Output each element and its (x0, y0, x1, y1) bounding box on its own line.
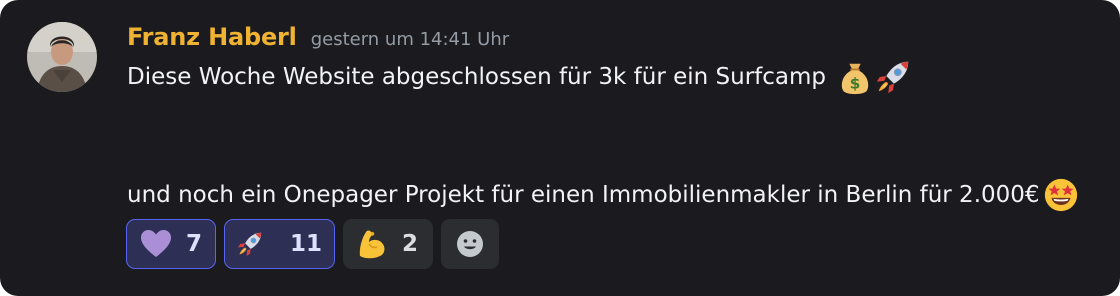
reaction-rocket[interactable]: 11 (224, 219, 335, 269)
rocket-icon (876, 61, 909, 94)
message-line-2: und noch ein Onepager Projekt für einen … (127, 175, 1080, 215)
reaction-purple-heart[interactable]: 7 (126, 219, 216, 269)
rocket-icon (238, 232, 262, 256)
svg-text:$: $ (850, 74, 861, 92)
avatar[interactable] (27, 22, 97, 92)
username[interactable]: Franz Haberl (127, 23, 297, 51)
reaction-flexed-biceps[interactable]: 2 (343, 219, 433, 269)
message-header: Franz Haberl gestern um 14:41 Uhr (127, 23, 509, 57)
message-line-1: Diese Woche Website abgeschlossen für 3k… (127, 57, 912, 97)
reactions-bar: 7 11 2 (126, 219, 499, 269)
reaction-count: 7 (186, 231, 203, 257)
chat-message: Franz Haberl gestern um 14:41 Uhr Diese … (0, 0, 1120, 296)
money-bag-icon: $ (841, 63, 869, 95)
smiley-icon (457, 231, 483, 257)
timestamp[interactable]: gestern um 14:41 Uhr (311, 29, 509, 50)
message-text: Diese Woche Website abgeschlossen für 3k… (127, 64, 827, 90)
purple-heart-icon (141, 230, 171, 257)
reaction-count: 11 (289, 231, 322, 257)
message-text: und noch ein Onepager Projekt für einen … (127, 182, 1040, 208)
flexed-biceps-icon (359, 230, 385, 259)
add-reaction-button[interactable] (441, 219, 499, 269)
star-struck-icon (1044, 178, 1077, 212)
avatar-image (27, 22, 97, 92)
reaction-count: 2 (402, 231, 419, 257)
